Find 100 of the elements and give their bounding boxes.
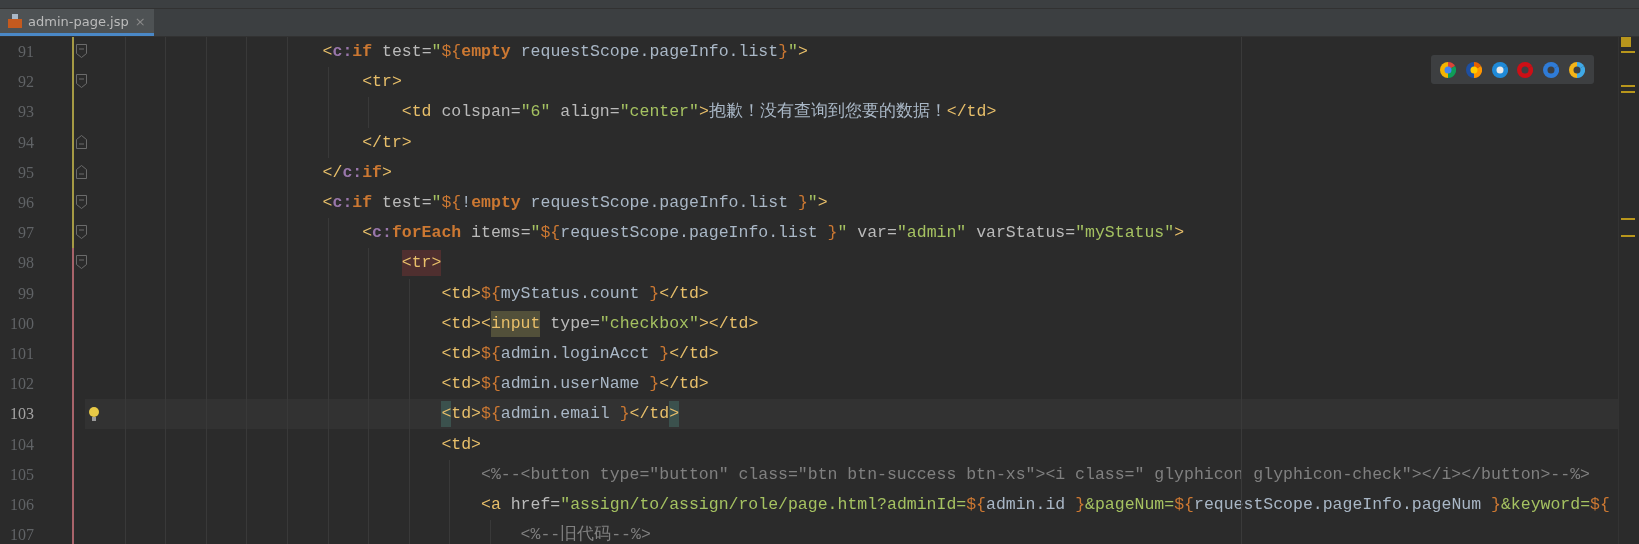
code-token: <td>	[441, 433, 481, 456]
code-token: "	[530, 222, 541, 245]
code-token: </td>	[659, 282, 709, 305]
code-token: </td>	[946, 101, 997, 124]
code-token: </td>	[669, 342, 719, 365]
code-token: ${	[1590, 493, 1610, 516]
code-token: "	[807, 192, 818, 215]
code-token: requestScope.pageInfo.pageNum	[1194, 493, 1483, 516]
code-token: >	[797, 41, 808, 64]
line-number: 106	[9, 495, 34, 514]
code-token: align=	[559, 101, 620, 124]
tab-label: admin-page.jsp	[28, 13, 129, 29]
fold-icon[interactable]	[76, 194, 87, 209]
code-token: }	[1075, 493, 1086, 516]
code-token: 抱歉！没有查询到您要的数据！	[708, 101, 947, 124]
code-token: ${	[540, 222, 561, 245]
code-token: </	[322, 161, 343, 184]
close-icon[interactable]: ×	[134, 13, 146, 29]
code-token: >	[1174, 222, 1185, 245]
code-token: !	[461, 192, 472, 215]
fold-icon[interactable]	[76, 74, 87, 89]
code-token: }	[1491, 493, 1501, 516]
code-token: c:	[342, 161, 363, 184]
code-token: requestScope.pageInfo.list	[529, 192, 790, 215]
code-token: "	[837, 222, 848, 245]
editor-tab[interactable]: admin-page.jsp ×	[0, 9, 154, 36]
line-number: 98	[17, 254, 34, 273]
code-token: input	[490, 310, 541, 337]
line-number: 91	[17, 43, 34, 62]
code-token: "center"	[619, 101, 699, 124]
code-token: </tr>	[362, 131, 412, 154]
code-token: c:	[332, 192, 353, 215]
code-token: <a	[481, 493, 501, 516]
code-token: >	[669, 401, 680, 428]
code-comment: <%--<button type="button" class="btn btn-success btn-xs"><i class=" glyphicon glyphicon-check"></i></button>--%>	[481, 463, 1590, 486]
code-token: ${	[441, 192, 462, 215]
code-token: requestScope.pageInfo.list	[519, 41, 779, 64]
code-token: <td>	[441, 282, 481, 305]
fold-icon[interactable]	[76, 255, 87, 270]
line-number: 95	[17, 163, 34, 182]
line-number: 102	[9, 375, 34, 394]
code-token: requestScope.pageInfo.list	[560, 222, 819, 245]
code-token: td>	[451, 403, 481, 426]
code-token: </td>	[659, 373, 709, 396]
code-token: forEach	[391, 222, 462, 245]
line-number: 107	[9, 526, 34, 544]
code-token: test=	[381, 192, 432, 215]
code-token: empty	[461, 41, 511, 64]
code-token: if	[352, 192, 373, 215]
code-token: &keyword=	[1500, 493, 1591, 516]
code-token: c:	[332, 41, 353, 64]
code-token: if	[352, 41, 373, 64]
fold-icon[interactable]	[76, 164, 87, 179]
code-token: ${	[481, 403, 501, 426]
code-token: ${	[966, 493, 986, 516]
code-token: }	[827, 222, 838, 245]
fold-icon[interactable]	[76, 44, 87, 58]
code-comment: <%--旧代码--%>	[520, 524, 651, 544]
code-token: <	[322, 192, 333, 215]
code-token: test=	[381, 41, 432, 64]
code-token: >	[817, 192, 828, 215]
code-token: admin.email	[500, 403, 611, 426]
line-number: 96	[17, 194, 34, 213]
code-token: }	[619, 403, 630, 426]
code-token: "	[431, 192, 442, 215]
line-number: 99	[17, 284, 34, 303]
code-token: myStatus.count	[500, 282, 641, 305]
code-token: }	[649, 282, 660, 305]
code-token: <td	[401, 101, 432, 124]
code-token: colspan=	[440, 101, 521, 124]
code-token: "6"	[520, 101, 551, 124]
line-number: 105	[9, 465, 34, 484]
code-token: "	[431, 41, 442, 64]
code-token: ${	[481, 373, 501, 396]
code-token: "	[788, 41, 798, 64]
code-token: }	[797, 192, 808, 215]
line-number: 97	[17, 224, 34, 243]
code-token: ${	[441, 41, 462, 64]
code-token: admin.loginAcct	[500, 342, 651, 365]
code-token: <tr>	[401, 250, 442, 277]
line-number: 93	[17, 103, 34, 122]
code-token: varStatus=	[975, 222, 1076, 245]
fold-icon[interactable]	[76, 225, 87, 240]
code-token: "assign/to/assign/role/page.html?adminId=	[560, 493, 967, 516]
code-token: </td	[629, 403, 670, 426]
code-token: <td>	[441, 373, 481, 396]
code-token: <	[362, 222, 373, 245]
fold-icon[interactable]	[76, 134, 87, 149]
code-token: <	[322, 41, 333, 64]
line-number: 100	[9, 314, 34, 333]
code-token: ></td>	[698, 312, 759, 335]
lightbulb-icon[interactable]	[88, 406, 100, 423]
line-number: 104	[9, 435, 34, 454]
code-token: <td><	[441, 312, 491, 335]
code-token: admin.id	[986, 493, 1067, 516]
code-token: "myStatus"	[1075, 222, 1175, 245]
code-token: &pageNum=	[1085, 493, 1175, 516]
code-token: }	[659, 342, 670, 365]
code-token: "admin"	[896, 222, 967, 245]
line-number: 101	[9, 344, 34, 363]
